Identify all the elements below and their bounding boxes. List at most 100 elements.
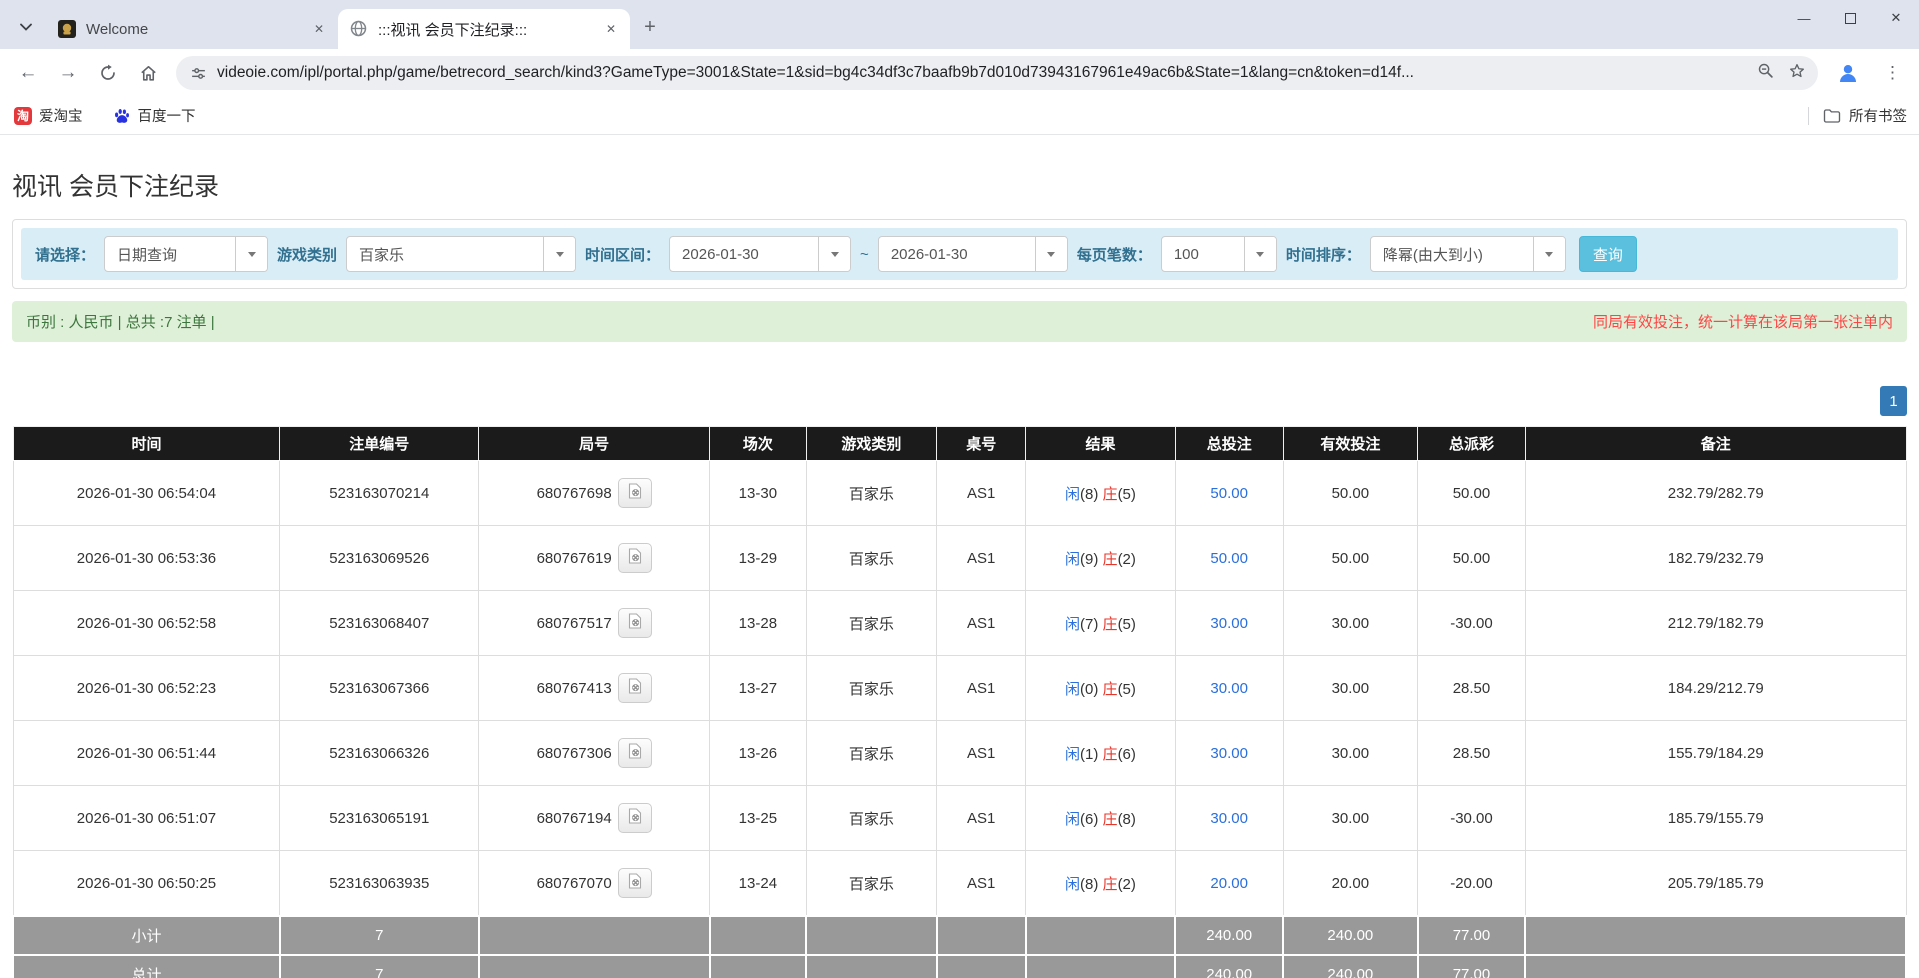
date-range-separator: ~: [860, 246, 869, 263]
total-bet-link[interactable]: 20.00: [1210, 875, 1248, 892]
bet-time: 2026-01-30 06:53:36: [13, 526, 280, 591]
tab-search-button[interactable]: [12, 13, 40, 41]
note: 232.79/282.79: [1525, 461, 1906, 526]
tab-close-icon[interactable]: ✕: [310, 20, 328, 38]
minimize-button[interactable]: —: [1781, 0, 1827, 36]
note: 155.79/184.29: [1525, 721, 1906, 786]
column-header: 时间: [13, 427, 280, 461]
new-tab-button[interactable]: +: [636, 13, 664, 41]
total-bet-link[interactable]: 30.00: [1210, 745, 1248, 762]
tab-close-icon[interactable]: ✕: [602, 20, 620, 38]
date-to-select[interactable]: 2026-01-30: [878, 236, 1068, 272]
video-replay-button[interactable]: [618, 738, 652, 768]
note: 184.29/212.79: [1525, 656, 1906, 721]
back-button[interactable]: ←: [12, 57, 44, 89]
per-page-select[interactable]: 100: [1161, 236, 1277, 272]
bookmark-star-icon[interactable]: [1788, 62, 1806, 85]
tab-bet-record[interactable]: :::视讯 会员下注纪录::: ✕: [338, 9, 630, 49]
payout: -30.00: [1418, 786, 1526, 851]
total-bet-link[interactable]: 30.00: [1210, 615, 1248, 632]
session: 13-29: [710, 526, 807, 591]
time-sort-select[interactable]: 降幂(由大到小): [1370, 236, 1566, 272]
all-bookmarks-button[interactable]: 所有书签: [1823, 105, 1907, 126]
film-icon: [627, 613, 643, 633]
query-type-select[interactable]: 日期查询: [104, 236, 268, 272]
chevron-down-icon[interactable]: [1533, 237, 1565, 271]
search-button[interactable]: 查询: [1579, 236, 1637, 272]
baidu-paw-icon: [113, 107, 131, 125]
time-sort-label: 时间排序：: [1286, 244, 1361, 265]
pagination-page-1[interactable]: 1: [1880, 386, 1907, 416]
close-button[interactable]: ✕: [1873, 0, 1919, 36]
browser-menu-icon[interactable]: ⋮: [1878, 63, 1907, 83]
payout: 28.50: [1418, 656, 1526, 721]
profile-avatar[interactable]: [1832, 57, 1864, 89]
bet-row: 2026-01-30 06:52:58523163068407680767517…: [13, 591, 1906, 656]
total-bet-link[interactable]: 30.00: [1210, 680, 1248, 697]
round-number: 680767619: [479, 526, 710, 591]
bet-time: 2026-01-30 06:51:07: [13, 786, 280, 851]
reload-button[interactable]: [92, 57, 124, 89]
maximize-button[interactable]: [1827, 0, 1873, 36]
bet-row: 2026-01-30 06:51:44523163066326680767306…: [13, 721, 1906, 786]
note: 182.79/232.79: [1525, 526, 1906, 591]
total-bet-link[interactable]: 30.00: [1210, 810, 1248, 827]
chevron-down-icon[interactable]: [543, 237, 575, 271]
footer-payout: 77.00: [1418, 955, 1526, 978]
footer-payout: 77.00: [1418, 916, 1526, 955]
video-replay-button[interactable]: [618, 478, 652, 508]
table-number: AS1: [937, 851, 1026, 917]
column-header: 桌号: [937, 427, 1026, 461]
chevron-down-icon[interactable]: [1035, 237, 1067, 271]
chevron-down-icon[interactable]: [818, 237, 850, 271]
bet-row: 2026-01-30 06:51:07523163065191680767194…: [13, 786, 1906, 851]
tab-welcome[interactable]: Welcome ✕: [46, 9, 338, 49]
bookmark-taobao[interactable]: 淘 爱淘宝: [12, 101, 85, 130]
bet-row: 2026-01-30 06:50:25523163063935680767070…: [13, 851, 1906, 917]
video-replay-button[interactable]: [618, 673, 652, 703]
round-number: 680767698: [479, 461, 710, 526]
note: 205.79/185.79: [1525, 851, 1906, 917]
home-button[interactable]: [132, 57, 164, 89]
bookmarks-divider: [1808, 107, 1809, 125]
bookmark-baidu[interactable]: 百度一下: [111, 101, 198, 130]
footer-total-bet: 240.00: [1175, 955, 1283, 978]
valid-bet-note-text: 同局有效投注，统一计算在该局第一张注单内: [1593, 311, 1893, 332]
video-replay-button[interactable]: [618, 543, 652, 573]
video-replay-button[interactable]: [618, 803, 652, 833]
round-number: 680767306: [479, 721, 710, 786]
game-type-select[interactable]: 百家乐: [346, 236, 576, 272]
total-bet: 50.00: [1175, 526, 1283, 591]
date-from-select[interactable]: 2026-01-30: [669, 236, 851, 272]
column-header: 游戏类别: [806, 427, 937, 461]
video-replay-button[interactable]: [618, 868, 652, 898]
session: 13-26: [710, 721, 807, 786]
bet-time: 2026-01-30 06:54:04: [13, 461, 280, 526]
payout: 28.50: [1418, 721, 1526, 786]
total-bet-link[interactable]: 50.00: [1210, 550, 1248, 567]
url-bar[interactable]: videoie.com/ipl/portal.php/game/betrecor…: [176, 56, 1818, 90]
chevron-down-icon[interactable]: [235, 237, 267, 271]
round-number: 680767413: [479, 656, 710, 721]
taobao-icon: 淘: [14, 107, 32, 125]
forward-button[interactable]: →: [52, 57, 84, 89]
site-settings-icon[interactable]: [190, 65, 207, 82]
table-header-row: 时间注单编号局号场次游戏类别桌号结果总投注有效投注总派彩备注: [13, 427, 1906, 461]
zoom-out-icon[interactable]: [1757, 62, 1774, 84]
valid-bet: 50.00: [1283, 461, 1417, 526]
footer-count: 7: [280, 916, 479, 955]
page-content: 视讯 会员下注纪录 请选择： 日期查询 游戏类别 百家乐 时间区间： 2026-…: [0, 167, 1919, 978]
page-title: 视讯 会员下注纪录: [12, 167, 1907, 203]
total-bet: 30.00: [1175, 656, 1283, 721]
bet-id: 523163068407: [280, 591, 479, 656]
total-bet-link[interactable]: 50.00: [1210, 485, 1248, 502]
video-replay-button[interactable]: [618, 608, 652, 638]
round-number: 680767517: [479, 591, 710, 656]
chevron-down-icon[interactable]: [1244, 237, 1276, 271]
valid-bet: 30.00: [1283, 786, 1417, 851]
payout: 50.00: [1418, 526, 1526, 591]
table-number: AS1: [937, 786, 1026, 851]
total-bet: 30.00: [1175, 591, 1283, 656]
welcome-favicon-icon: [58, 20, 76, 38]
tab-title: :::视讯 会员下注纪录:::: [378, 19, 594, 40]
